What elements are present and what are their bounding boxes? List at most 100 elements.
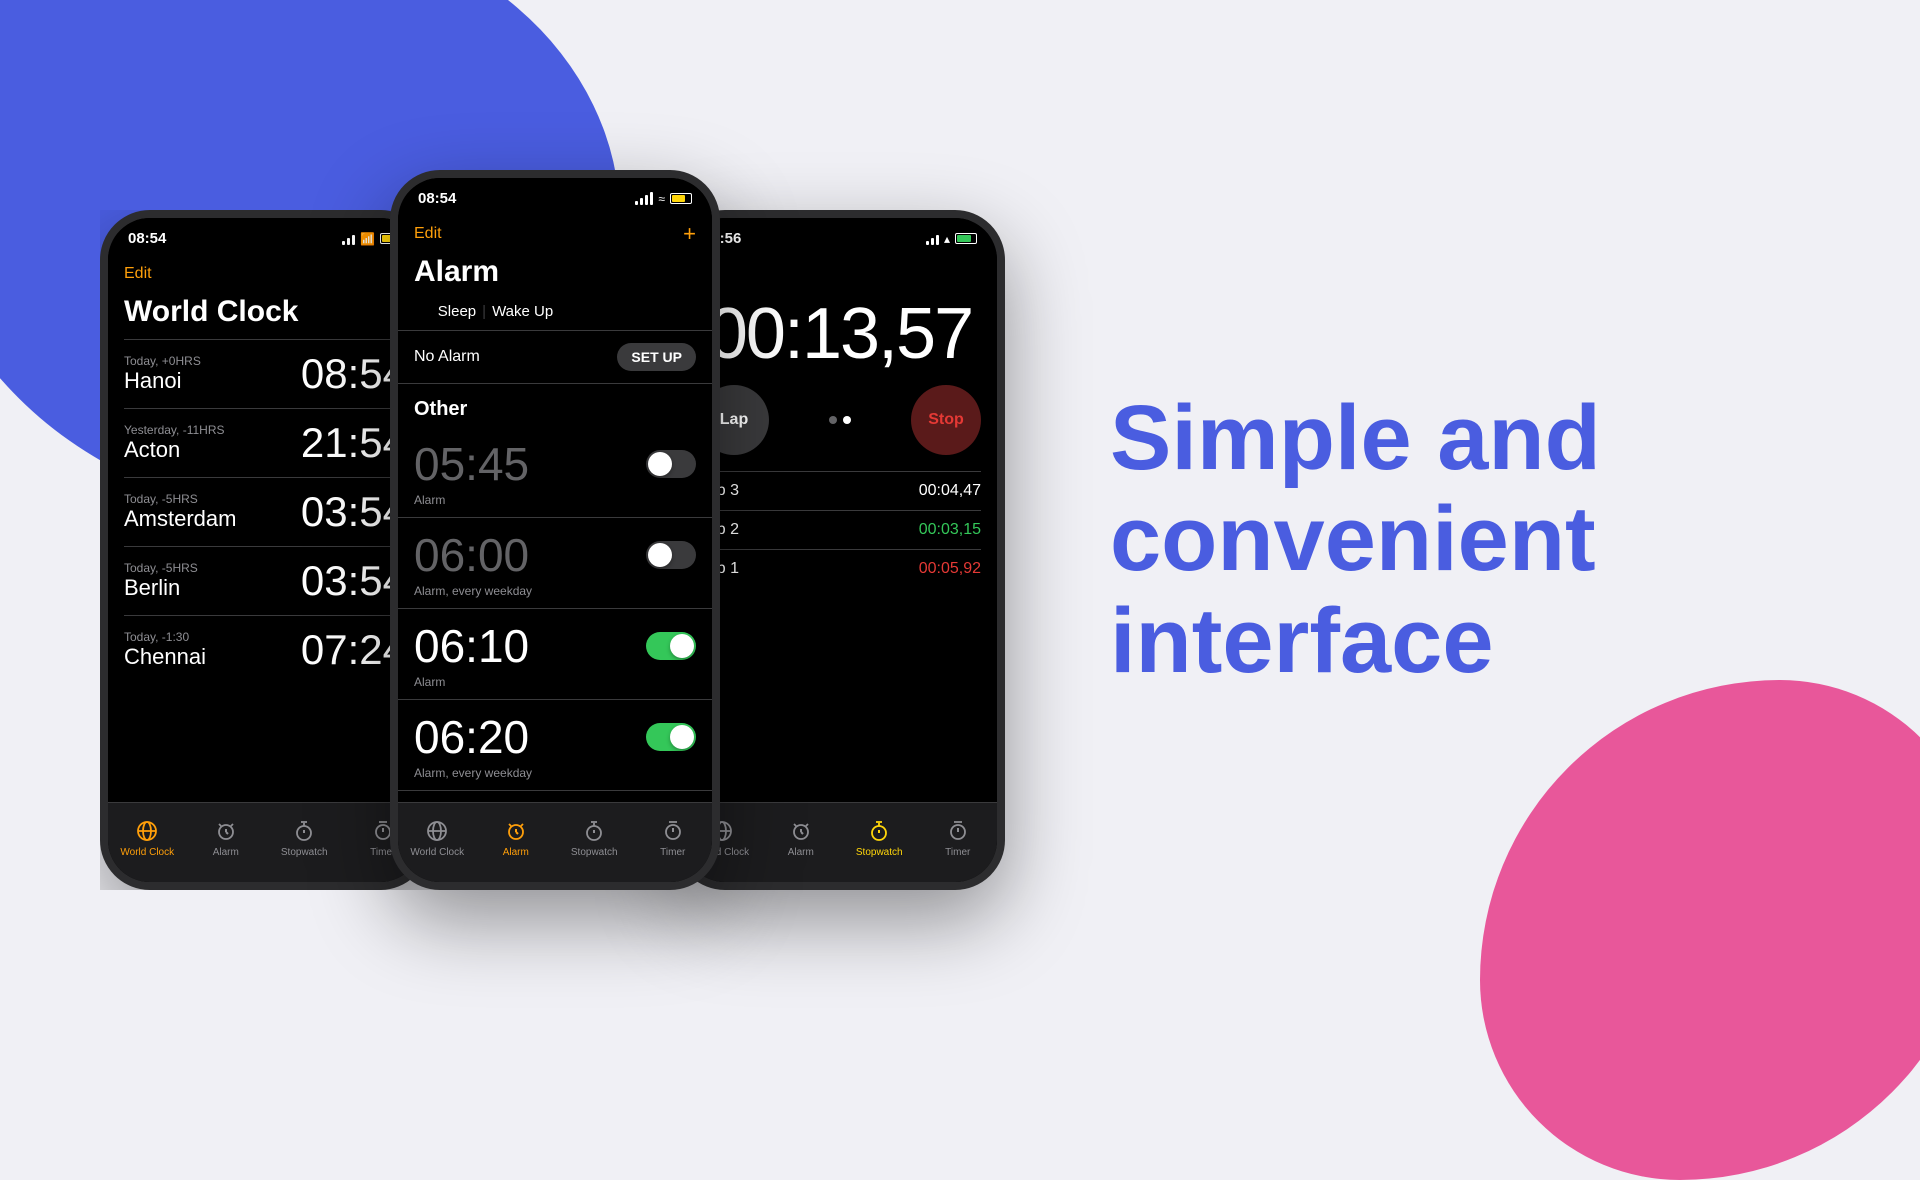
lap-item-3: Lap 3 00:04,47 (699, 471, 981, 510)
sig2a (640, 198, 643, 205)
toggle-0620[interactable] (646, 723, 696, 751)
globe-icon (134, 818, 160, 844)
battery-alarm (670, 193, 692, 204)
stop-button[interactable]: Stop (911, 385, 981, 455)
alarm-item-0610: 06:10 Alarm (398, 609, 712, 700)
toggle-0600[interactable] (646, 541, 696, 569)
lap-time-3: 00:04,47 (919, 482, 981, 500)
phones-container: 08:54 📶 Edit (80, 90, 1060, 990)
headline: Simple and convenient interface (1110, 388, 1710, 692)
alarm-title: Alarm (398, 251, 712, 297)
tab-label-sw-a: Stopwatch (571, 847, 618, 858)
stopwatch-icon-w (291, 818, 317, 844)
signal-sw (926, 233, 939, 245)
no-alarm-text: No Alarm (414, 348, 480, 366)
phone-stopwatch: 08:56 ▴ (675, 210, 1005, 890)
add-alarm[interactable]: + (683, 221, 696, 247)
toggle-0610[interactable] (646, 632, 696, 660)
sig2 (347, 238, 350, 245)
sleep-label: Sleep (438, 303, 476, 320)
tab-bar-sw: World Clock Alarm (683, 802, 997, 882)
signal-world (342, 233, 355, 245)
sig2s (931, 238, 934, 245)
status-time-alarm: 08:54 (418, 190, 456, 207)
edit-button-world[interactable]: Edit (124, 265, 152, 283)
lap-list: Lap 3 00:04,47 Lap 2 00:03,15 Lap 1 00:0… (699, 471, 981, 837)
tab-alarm-sw[interactable]: Alarm (762, 818, 841, 858)
headline-line2: convenient interface (1110, 488, 1596, 691)
tab-stopwatch-world[interactable]: Stopwatch (265, 818, 344, 858)
alarm-sub-0620: Alarm, every weekday (414, 766, 696, 780)
tab-label-alarm-w: Alarm (213, 847, 239, 858)
alarm-item-0600: 06:00 Alarm, every weekday (398, 518, 712, 609)
wifi-icon-alarm: ≈ (658, 192, 665, 206)
offset-chennai: Today, -1:30 (124, 630, 206, 644)
status-bar-alarm: 08:54 ≈ (398, 178, 712, 213)
tab-timer-sw[interactable]: Timer (919, 818, 998, 858)
sig4a (650, 192, 653, 205)
tab-alarm-world[interactable]: Alarm (187, 818, 266, 858)
phone-world-clock: 08:54 📶 Edit (100, 210, 430, 890)
tab-label-alarm-s: Alarm (788, 847, 814, 858)
alarm-icon-s (788, 818, 814, 844)
toggle-knob-0545 (648, 452, 672, 476)
status-icons-sw: ▴ (926, 232, 977, 246)
city-item-acton: Yesterday, -11HRS Acton 21:54 (124, 408, 406, 477)
lap-item-1: Lap 1 00:05,92 (699, 549, 981, 588)
city-item-amsterdam: Today, -5HRS Amsterdam 03:54 (124, 477, 406, 546)
toggle-knob-0610 (670, 634, 694, 658)
other-label: Other (398, 384, 712, 427)
alarm-icon-a (503, 818, 529, 844)
toggle-knob-0600 (648, 543, 672, 567)
tab-stopwatch-sw[interactable]: Stopwatch (840, 818, 919, 858)
battery-fill-alarm (672, 195, 685, 202)
wifi-icon-world: 📶 (360, 232, 375, 246)
tab-label-world: World Clock (120, 847, 174, 858)
sig1a (635, 201, 638, 205)
tab-timer-alarm[interactable]: Timer (634, 818, 713, 858)
timer-icon-a (660, 818, 686, 844)
stopwatch-body: 00:13,57 Lap Stop Lap 3 (683, 253, 997, 837)
status-time-world: 08:54 (128, 230, 166, 247)
offset-amsterdam: Today, -5HRS (124, 492, 236, 506)
city-hanoi: Hanoi (124, 368, 201, 394)
page-dots (829, 416, 851, 424)
alarm-time-0545: 05:45 (414, 437, 529, 491)
battery-fill-sw (957, 235, 971, 242)
tab-stopwatch-alarm[interactable]: Stopwatch (555, 818, 634, 858)
stopwatch-controls: Lap Stop (699, 375, 981, 471)
alarm-time-0610: 06:10 (414, 619, 529, 673)
stopwatch-time: 00:13,57 (699, 293, 981, 375)
tab-bar-alarm: World Clock Alarm (398, 802, 712, 882)
city-berlin: Berlin (124, 575, 198, 601)
lap-time-1: 00:05,92 (919, 560, 981, 578)
tab-label-timer-a: Timer (660, 847, 685, 858)
city-amsterdam: Amsterdam (124, 506, 236, 532)
tab-alarm-alarm[interactable]: Alarm (477, 818, 556, 858)
sig3s (936, 235, 939, 245)
alarm-sub-0545: Alarm (414, 493, 696, 507)
tab-label-sw-s: Stopwatch (856, 847, 903, 858)
sleep-wakeup-row: 🛏 Sleep | Wake Up (398, 297, 712, 331)
world-clock-header: Edit + (108, 253, 422, 291)
wakeup-label: Wake Up (492, 303, 553, 320)
toggle-0545[interactable] (646, 450, 696, 478)
tab-worldclock-alarm[interactable]: World Clock (398, 818, 477, 858)
alarm-header: Edit + (398, 213, 712, 251)
alarm-time-0620: 06:20 (414, 710, 529, 764)
offset-berlin: Today, -5HRS (124, 561, 198, 575)
city-chennai: Chennai (124, 644, 206, 670)
tab-bar-world: World Clock Alarm (108, 802, 422, 882)
edit-alarm[interactable]: Edit (414, 225, 442, 243)
alarm-time-0600: 06:00 (414, 528, 529, 582)
tab-world-clock[interactable]: World Clock (108, 818, 187, 858)
dot-1 (829, 416, 837, 424)
wifi-icon-sw: ▴ (944, 232, 950, 246)
sig1s (926, 241, 929, 245)
status-bar-world: 08:54 📶 (108, 218, 422, 253)
setup-button[interactable]: SET UP (617, 343, 696, 371)
city-acton: Acton (124, 437, 225, 463)
main-content: 08:54 📶 Edit (0, 0, 1920, 1080)
globe-icon-a (424, 818, 450, 844)
tab-label-sw-w: Stopwatch (281, 847, 328, 858)
